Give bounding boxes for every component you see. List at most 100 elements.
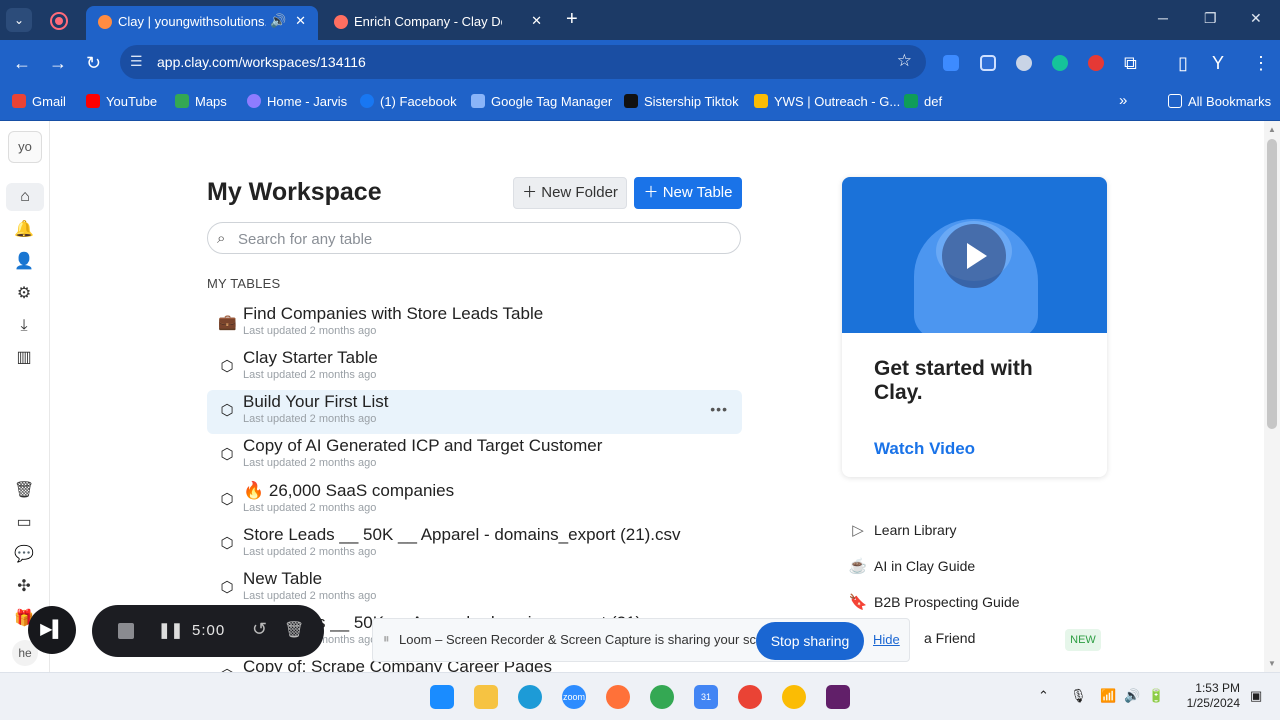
taskbar-clock[interactable]: 1:53 PM 1/25/2024 <box>1186 681 1240 711</box>
pokeball-icon[interactable] <box>1088 55 1104 71</box>
table-row[interactable]: ⬡ Copy of AI Generated ICP and Target Cu… <box>207 434 742 478</box>
grammarly-icon[interactable] <box>1052 55 1068 71</box>
new-tab-icon[interactable]: + <box>566 8 578 31</box>
notifications-bell-icon[interactable]: 🔔 <box>14 220 34 240</box>
chrome-icon[interactable] <box>650 685 674 709</box>
new-folder-button[interactable]: ＋ New Folder <box>513 177 627 209</box>
bookmark-tag-manager[interactable]: Google Tag Manager <box>471 94 612 109</box>
url-text[interactable]: app.clay.com/workspaces/134116 <box>157 54 366 70</box>
bookmark-youtube[interactable]: YouTube <box>86 94 157 109</box>
table-search[interactable]: ⌕ <box>207 222 741 254</box>
trash-icon[interactable]: 🗑 <box>14 481 34 501</box>
bookmark-gmail[interactable]: Gmail <box>12 94 66 109</box>
play-icon[interactable] <box>942 224 1006 288</box>
slack-icon[interactable]: ✣ <box>14 577 34 597</box>
drag-handle-icon[interactable]: ⏸ <box>383 631 390 647</box>
workspace-avatar[interactable]: yo <box>8 131 42 163</box>
delete-recording-icon[interactable]: 🗑 <box>284 620 304 640</box>
recording-indicator-icon[interactable] <box>50 12 68 30</box>
bookmarks-overflow-icon[interactable]: » <box>1119 92 1127 109</box>
table-row[interactable]: ⬡ Store Leads __ 50K __ Apparel - domain… <box>207 523 742 567</box>
bookmark-star-icon[interactable]: ☆ <box>897 51 912 71</box>
video-thumbnail[interactable] <box>842 177 1107 333</box>
clay-favicon-icon <box>98 15 112 29</box>
speaker-icon[interactable]: 🔊 <box>270 13 286 29</box>
table-row[interactable]: ⬡ Clay Starter Table Last updated 2 mont… <box>207 346 742 390</box>
zoom-icon[interactable]: zoom <box>562 685 586 709</box>
table-row[interactable]: 💼 Find Companies with Store Leads Table … <box>207 302 742 346</box>
search-input[interactable] <box>238 229 718 249</box>
firefox-icon[interactable] <box>606 685 630 709</box>
hide-banner-link[interactable]: Hide <box>873 632 900 647</box>
camera-toggle-icon[interactable]: ▶▌ <box>28 606 76 654</box>
chrome-profile-icon[interactable] <box>738 685 762 709</box>
chrome-menu-icon[interactable]: ⋮ <box>1252 53 1270 74</box>
microphone-icon[interactable]: 🎙 <box>1070 688 1087 704</box>
b2b-guide-link[interactable]: 🔖 B2B Prospecting Guide <box>848 593 1020 617</box>
notifications-icon[interactable]: ▣ <box>1250 688 1262 704</box>
extension-box-icon[interactable] <box>980 55 996 71</box>
reload-icon[interactable]: ↻ <box>86 53 101 74</box>
bookmark-label: Sistership Tiktok <box>644 94 739 109</box>
settings-gear-icon[interactable]: ⚙ <box>14 284 34 304</box>
table-row[interactable]: ⬡ Build Your First List Last updated 2 m… <box>207 390 742 434</box>
stop-sharing-button[interactable]: Stop sharing <box>756 622 864 660</box>
more-options-icon[interactable]: ••• <box>710 401 728 417</box>
edge-icon[interactable] <box>518 685 542 709</box>
learn-library-link[interactable]: ▷ Learn Library <box>848 521 956 545</box>
page-scrollbar[interactable]: ▲ ▼ <box>1264 121 1280 672</box>
bookmark-def[interactable]: def <box>904 94 942 109</box>
site-info-icon[interactable]: ☰ <box>130 53 143 70</box>
wifi-icon[interactable]: 📶 <box>1100 688 1116 704</box>
battery-icon[interactable]: 🔋 <box>1148 688 1164 704</box>
tab-close-icon[interactable]: ✕ <box>531 13 542 29</box>
side-panel-icon[interactable]: ▯ <box>1178 53 1188 74</box>
scroll-down-icon[interactable]: ▼ <box>1268 659 1276 668</box>
extension-tag-icon[interactable] <box>943 55 959 71</box>
resource-label: AI in Clay Guide <box>874 558 976 574</box>
tray-overflow-icon[interactable]: ⌃ <box>1038 688 1049 704</box>
new-table-button[interactable]: ＋ New Table <box>634 177 742 209</box>
windows-start-icon[interactable] <box>430 685 454 709</box>
home-icon[interactable]: ⌂ <box>6 183 44 211</box>
bookmark-maps[interactable]: Maps <box>175 94 227 109</box>
volume-icon[interactable]: 🔊 <box>1124 688 1140 704</box>
file-explorer-icon[interactable] <box>474 685 498 709</box>
minimize-icon[interactable]: ─ <box>1158 10 1168 26</box>
pause-icon[interactable]: ❚❚ <box>158 621 183 639</box>
tab-search-button[interactable]: ⌄ <box>6 8 32 32</box>
bookmark-tiktok[interactable]: Sistership Tiktok <box>624 94 739 109</box>
scroll-up-icon[interactable]: ▲ <box>1268 125 1276 134</box>
restore-icon[interactable]: ❐ <box>1204 10 1217 27</box>
calendar-icon[interactable]: 31 <box>694 685 718 709</box>
restart-icon[interactable]: ↺ <box>252 619 267 640</box>
chat-icon[interactable]: 💬 <box>14 545 34 565</box>
chrome-active-icon[interactable] <box>782 685 806 709</box>
scroll-thumb[interactable] <box>1267 139 1277 429</box>
extensions-puzzle-icon[interactable]: ⧉ <box>1124 53 1137 74</box>
forward-icon[interactable]: → <box>49 53 67 74</box>
download-icon[interactable]: ⤓ <box>14 316 34 336</box>
back-icon[interactable]: ← <box>13 53 31 74</box>
profile-icon[interactable]: Y <box>1212 53 1224 74</box>
book-icon[interactable]: ▥ <box>14 348 34 368</box>
stop-recording-icon[interactable] <box>118 623 134 639</box>
table-row[interactable]: ⬡ 🔥 26,000 SaaS companies Last updated 2… <box>207 479 742 523</box>
tab-close-icon[interactable]: ✕ <box>295 13 306 29</box>
tab-clay-docs[interactable]: Enrich Company - Clay Docs ✕ <box>322 6 554 40</box>
address-bar[interactable]: ☰ app.clay.com/workspaces/134116 ☆ <box>120 45 926 79</box>
ai-guide-link[interactable]: ☕ AI in Clay Guide <box>848 557 976 581</box>
tab-clay[interactable]: Clay | youngwithsolutions.c 🔊 ✕ <box>86 6 318 40</box>
add-user-icon[interactable]: 👤 <box>14 252 34 272</box>
tab-strip: ⌄ Clay | youngwithsolutions.c 🔊 ✕ Enrich… <box>0 0 1280 40</box>
bookmark-yws-outreach[interactable]: YWS | Outreach - G... <box>754 94 900 109</box>
all-bookmarks[interactable]: All Bookmarks <box>1168 94 1271 109</box>
window-close-icon[interactable]: ✕ <box>1250 10 1262 27</box>
credit-card-icon[interactable]: ▭ <box>14 513 34 533</box>
bookmark-facebook[interactable]: (1) Facebook <box>360 94 457 109</box>
watch-video-link[interactable]: Watch Video <box>874 439 975 459</box>
slack-app-icon[interactable] <box>826 685 850 709</box>
refer-friend-link[interactable]: a Friend <box>924 630 975 654</box>
extension-globe-icon[interactable] <box>1016 55 1032 71</box>
bookmark-jarvis[interactable]: Home - Jarvis <box>247 94 347 109</box>
